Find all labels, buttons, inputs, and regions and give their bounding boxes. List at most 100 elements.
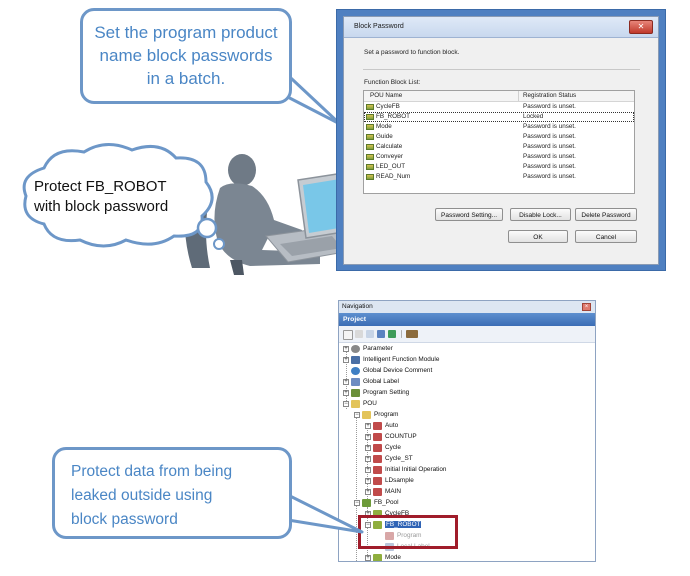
tree-item-initial-operation[interactable]: + Initial Initial Operation <box>339 465 595 476</box>
list-item[interactable]: LED_OUT Password is unset. <box>364 162 634 172</box>
expand-icon[interactable]: + <box>343 379 349 385</box>
navigation-title: Navigation <box>342 303 373 310</box>
dialog-close-icon[interactable]: ✕ <box>629 20 653 34</box>
column-pou-name[interactable]: POU Name <box>370 92 402 99</box>
list-item[interactable]: CycleFB Password is unset. <box>364 102 634 112</box>
tree-item-global-label[interactable]: + Global Label <box>339 377 595 388</box>
function-block-icon <box>366 144 374 150</box>
program-setting-icon <box>351 389 360 397</box>
collapse-icon[interactable]: − <box>343 401 349 407</box>
tree-label: FB_Pool <box>374 499 399 506</box>
pou-name: CycleFB <box>376 103 400 110</box>
project-header[interactable]: Project <box>339 313 595 326</box>
tree-item-countup[interactable]: + COUNTUP <box>339 432 595 443</box>
tree-item-mode[interactable]: + Mode <box>339 553 595 561</box>
disable-lock-button[interactable]: Disable Lock... <box>510 208 571 221</box>
copy-icon[interactable] <box>366 330 374 338</box>
navigation-close-icon[interactable]: × <box>582 303 591 311</box>
list-item[interactable]: Mode Password is unset. <box>364 122 634 132</box>
tree-item-auto[interactable]: + Auto <box>339 421 595 432</box>
tree-item-pou[interactable]: − POU <box>339 399 595 410</box>
tree-item-parameter[interactable]: + Parameter <box>339 344 595 355</box>
folder-icon <box>351 400 360 408</box>
cancel-button[interactable]: Cancel <box>575 230 637 243</box>
tree-label: Global Device Comment <box>363 367 433 374</box>
thought-line-1: Protect FB_ROBOT <box>34 178 167 195</box>
tree-item-cycle-st[interactable]: + Cycle_ST <box>339 454 595 465</box>
ok-button[interactable]: OK <box>508 230 568 243</box>
function-block-icon <box>366 174 374 180</box>
function-block-icon <box>373 554 382 561</box>
tree-item-main[interactable]: + MAIN <box>339 487 595 498</box>
tree-item-intelligent-function-module[interactable]: + Intelligent Function Module <box>339 355 595 366</box>
tree-label: LDsample <box>385 477 414 484</box>
registration-status: Password is unset. <box>523 123 576 130</box>
tree-label: POU <box>363 400 377 407</box>
expand-icon[interactable]: + <box>343 390 349 396</box>
cut-icon[interactable] <box>355 330 363 338</box>
fb-robot-highlight-box <box>358 515 458 549</box>
new-data-icon[interactable] <box>343 330 353 340</box>
delete-password-button[interactable]: Delete Password <box>575 208 637 221</box>
dialog-separator <box>363 69 640 70</box>
password-setting-button[interactable]: Password Setting... <box>435 208 503 221</box>
list-item-selected[interactable]: FB_ROBOT Locked <box>364 112 634 122</box>
list-item[interactable]: READ_Num Password is unset. <box>364 172 634 182</box>
registration-status: Locked <box>523 113 544 120</box>
function-block-list-label: Function Block List: <box>364 79 421 86</box>
tree-item-global-device-comment[interactable]: Global Device Comment <box>339 366 595 377</box>
navigation-toolbar <box>339 326 595 343</box>
paste-icon[interactable] <box>377 330 385 338</box>
function-block-icon <box>366 114 374 120</box>
expand-icon[interactable]: + <box>343 346 349 352</box>
registration-status: Password is unset. <box>523 103 576 110</box>
list-header: POU Name Registration Status <box>364 91 634 102</box>
bottom-callout-line-1: Protect data from being <box>71 463 233 480</box>
tree-item-cycle[interactable]: + Cycle <box>339 443 595 454</box>
tree-label: Program <box>374 411 399 418</box>
tree-label: MAIN <box>385 488 401 495</box>
program-icon <box>373 444 382 452</box>
module-icon <box>351 356 360 364</box>
tree-label: Cycle_ST <box>385 455 413 462</box>
function-block-icon <box>366 134 374 140</box>
pou-name: READ_Num <box>376 173 411 180</box>
device-comment-icon <box>351 367 360 375</box>
program-icon <box>373 477 382 485</box>
tree-label: COUNTUP <box>385 433 417 440</box>
list-item[interactable]: Conveyer Password is unset. <box>364 152 634 162</box>
tree-item-program-setting[interactable]: + Program Setting <box>339 388 595 399</box>
function-block-icon <box>366 124 374 130</box>
block-password-dialog: Block Password ✕ Set a password to funct… <box>343 16 659 265</box>
tree-item-ldsample[interactable]: + LDsample <box>339 476 595 487</box>
function-block-icon <box>366 164 374 170</box>
tool-separator <box>401 330 402 338</box>
pou-name: Mode <box>376 123 392 130</box>
tree-item-program[interactable]: − Program <box>339 410 595 421</box>
dialog-instruction: Set a password to function block. <box>364 49 460 56</box>
label-icon <box>351 378 360 386</box>
project-label: Project <box>343 316 367 323</box>
column-registration-status[interactable]: Registration Status <box>523 92 576 99</box>
expand-icon[interactable]: + <box>365 423 371 429</box>
bottom-callout-line-2: leaked outside using <box>71 487 213 504</box>
pou-name: FB_ROBOT <box>376 113 410 120</box>
program-icon <box>373 466 382 474</box>
tree-item-fb-pool[interactable]: − FB_Pool <box>339 498 595 509</box>
tree-label: Intelligent Function Module <box>363 356 440 363</box>
collapse-icon[interactable]: − <box>354 412 360 418</box>
list-item[interactable]: Calculate Password is unset. <box>364 142 634 152</box>
function-block-list[interactable]: POU Name Registration Status CycleFB Pass… <box>363 90 635 194</box>
refresh-icon[interactable] <box>388 330 396 338</box>
bottom-callout: Protect data from being leaked outside u… <box>52 447 292 539</box>
view-options-icon[interactable] <box>406 330 418 338</box>
top-callout: Set the program product name block passw… <box>80 8 292 104</box>
expand-icon[interactable]: + <box>343 357 349 363</box>
dialog-title-bar: Block Password ✕ <box>344 17 658 38</box>
registration-status: Password is unset. <box>523 143 576 150</box>
list-item[interactable]: Guide Password is unset. <box>364 132 634 142</box>
tree-label: Parameter <box>363 345 393 352</box>
tree-label: Auto <box>385 422 399 429</box>
dialog-title: Block Password <box>354 23 404 30</box>
expand-icon[interactable]: + <box>365 555 371 561</box>
